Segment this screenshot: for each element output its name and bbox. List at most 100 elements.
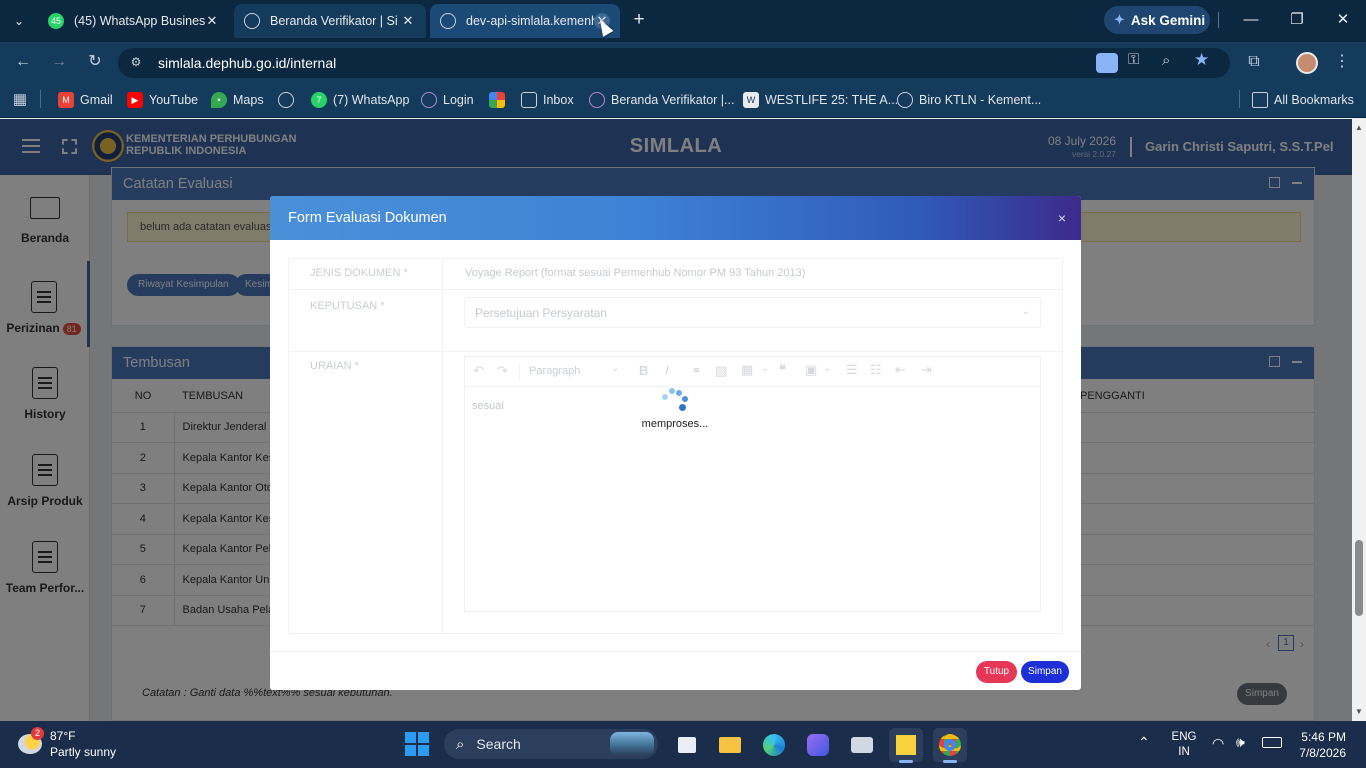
bookmark-youtube[interactable]: ▶ YouTube xyxy=(127,90,198,110)
tutup-button[interactable]: Tutup xyxy=(976,661,1017,683)
browser-tab-bar: ⌄ 45 (45) WhatsApp Busines ✕ Beranda Ver… xyxy=(0,0,1366,42)
loading-text: memproses... xyxy=(641,418,709,430)
weather-widget[interactable]: 2 87°F Partly sunny xyxy=(16,727,126,763)
paragraph-format-select[interactable]: Paragraph xyxy=(529,365,580,377)
weather-notification-badge: 2 xyxy=(31,727,44,740)
bookmark-inbox[interactable]: Inbox xyxy=(521,90,574,110)
bold-icon[interactable]: B xyxy=(639,363,648,378)
show-hidden-icons-chevron-icon[interactable]: ⌃ xyxy=(1138,734,1150,751)
back-icon[interactable]: ← xyxy=(11,50,35,74)
whatsapp-icon: 7 xyxy=(311,92,327,108)
globe-icon xyxy=(421,92,437,108)
bookmark-maps[interactable]: • Maps xyxy=(211,90,264,110)
numbered-list-icon[interactable]: ☷ xyxy=(870,362,882,378)
modal-close-icon[interactable]: × xyxy=(1055,210,1069,226)
page-scrollbar[interactable]: ▲ ▼ xyxy=(1352,119,1366,721)
bookmark-login[interactable]: Login xyxy=(421,90,474,110)
password-key-icon[interactable]: ⚿ xyxy=(1128,51,1139,68)
blockquote-icon[interactable]: ❝ xyxy=(779,362,786,378)
bookmark-star-icon[interactable]: ★ xyxy=(1194,50,1209,70)
address-bar[interactable]: ⚙ simlala.dephub.go.id/internal ⚿ ⌕ ★ xyxy=(118,48,1230,78)
profile-avatar[interactable] xyxy=(1296,52,1318,74)
bookmark-pinwheel[interactable] xyxy=(489,90,511,110)
modal-title: Form Evaluasi Dokumen xyxy=(288,210,447,226)
wifi-icon[interactable]: ◠ xyxy=(1212,735,1224,752)
close-tab-icon[interactable]: ✕ xyxy=(400,13,416,29)
globe-icon xyxy=(897,92,913,108)
bookmark-westlife[interactable]: W WESTLIFE 25: THE A... xyxy=(743,90,898,110)
new-tab-button[interactable]: + xyxy=(628,8,650,32)
scroll-down-icon[interactable]: ▼ xyxy=(1355,707,1363,716)
editor-toolbar: ↶ ↷ Paragraph ⌄ B I ⚭ ▨ ▦ ⌄ ❝ ▣ ⌄ ☰ ☷ ⇤ … xyxy=(465,357,1040,387)
italic-icon[interactable]: I xyxy=(665,363,669,378)
bulleted-list-icon[interactable]: ☰ xyxy=(846,362,858,378)
extensions-icon[interactable]: ⧉ xyxy=(1242,50,1266,74)
search-highlight-image xyxy=(610,732,654,756)
chevron-down-icon: ⌄ xyxy=(761,363,770,374)
bookmark-whatsapp[interactable]: 7 (7) WhatsApp xyxy=(311,90,409,110)
bookmark-gmail[interactable]: M Gmail xyxy=(58,90,113,110)
language-indicator[interactable]: ENG IN xyxy=(1170,730,1198,760)
search-icon: ⌕ xyxy=(456,735,465,753)
bookmark-biro-ktln[interactable]: Biro KTLN - Kement... xyxy=(897,90,1041,110)
file-explorer-icon[interactable] xyxy=(713,728,747,762)
jenis-dokumen-label: JENIS DOKUMEN * xyxy=(310,267,408,279)
link-icon[interactable]: ⚭ xyxy=(691,363,702,379)
editor-content[interactable]: sesuai xyxy=(472,400,504,412)
insert-image-icon[interactable]: ▨ xyxy=(715,363,727,379)
windows-start-icon[interactable] xyxy=(405,732,429,756)
tab-beranda-verifikator[interactable]: Beranda Verifikator | Si ✕ xyxy=(234,4,426,38)
bookmark-beranda[interactable]: Beranda Verifikator |... xyxy=(589,90,734,110)
reload-icon[interactable]: ↻ xyxy=(83,50,107,74)
chrome-icon[interactable] xyxy=(933,728,967,762)
taskbar-search[interactable]: ⌕ Search xyxy=(444,729,658,759)
close-tab-icon[interactable]: ✕ xyxy=(204,13,220,29)
restore-icon[interactable]: ❐ xyxy=(1274,0,1320,40)
vpn-app-icon[interactable] xyxy=(801,728,835,762)
chevron-down-icon: ⌄ xyxy=(1021,306,1030,317)
camera-app-icon[interactable] xyxy=(845,728,879,762)
simpan-button[interactable]: Simpan xyxy=(1021,661,1069,683)
tab-dev-api[interactable]: dev-api-simlala.kemenh ✕ xyxy=(430,4,620,38)
all-bookmarks[interactable]: All Bookmarks xyxy=(1252,90,1354,110)
forward-icon[interactable]: → xyxy=(47,50,71,74)
keputusan-select[interactable]: Persetujuan Persyaratan ⌄ xyxy=(464,297,1041,328)
mail-icon xyxy=(521,92,537,108)
globe-icon xyxy=(589,92,605,108)
install-app-icon[interactable] xyxy=(1096,53,1118,73)
edge-icon[interactable] xyxy=(757,728,791,762)
redo-icon[interactable]: ↷ xyxy=(497,363,508,379)
indent-icon[interactable]: ⇥ xyxy=(921,362,932,378)
gmail-icon: M xyxy=(58,92,74,108)
weather-temp: 87°F xyxy=(50,729,76,743)
globe-icon xyxy=(278,92,294,108)
scroll-thumb[interactable] xyxy=(1355,540,1363,616)
outdent-icon[interactable]: ⇤ xyxy=(895,362,906,378)
rich-text-editor[interactable]: ↶ ↷ Paragraph ⌄ B I ⚭ ▨ ▦ ⌄ ❝ ▣ ⌄ ☰ ☷ ⇤ … xyxy=(464,356,1041,612)
modal-header: Form Evaluasi Dokumen xyxy=(270,196,1081,240)
table-icon[interactable]: ▦ xyxy=(741,362,753,378)
battery-icon[interactable] xyxy=(1262,737,1282,748)
sticky-notes-icon[interactable] xyxy=(889,728,923,762)
clock[interactable]: 5:46 PM 7/8/2026 xyxy=(1296,729,1346,761)
zoom-icon[interactable]: ⌕ xyxy=(1162,52,1170,69)
media-embed-icon[interactable]: ▣ xyxy=(805,362,817,378)
apps-grid-icon[interactable]: ▦ xyxy=(8,88,32,112)
minimize-icon[interactable]: — xyxy=(1228,0,1274,40)
undo-icon[interactable]: ↶ xyxy=(473,363,484,379)
gemini-icon: ✦ xyxy=(1114,12,1125,27)
close-window-icon[interactable]: ✕ xyxy=(1320,0,1366,40)
tab-whatsapp[interactable]: 45 (45) WhatsApp Busines ✕ xyxy=(38,4,230,38)
maps-pin-icon: • xyxy=(211,92,227,108)
site-info-icon[interactable]: ⚙ xyxy=(128,55,144,71)
url-text: simlala.dephub.go.id/internal xyxy=(158,55,337,71)
bookmark-globe[interactable] xyxy=(278,90,300,110)
scroll-up-icon[interactable]: ▲ xyxy=(1355,123,1363,132)
ask-gemini-button[interactable]: ✦ Ask Gemini xyxy=(1104,6,1210,34)
menu-kebab-icon[interactable]: ⋮ xyxy=(1330,50,1354,74)
task-view-icon[interactable] xyxy=(670,728,704,762)
volume-icon[interactable]: 🕪 xyxy=(1236,734,1245,751)
uraian-label: URAIAN * xyxy=(310,360,359,372)
tab-search-button[interactable]: ⌄ xyxy=(8,10,30,32)
jenis-dokumen-value: Voyage Report (format sesuai Permenhub N… xyxy=(465,267,806,279)
